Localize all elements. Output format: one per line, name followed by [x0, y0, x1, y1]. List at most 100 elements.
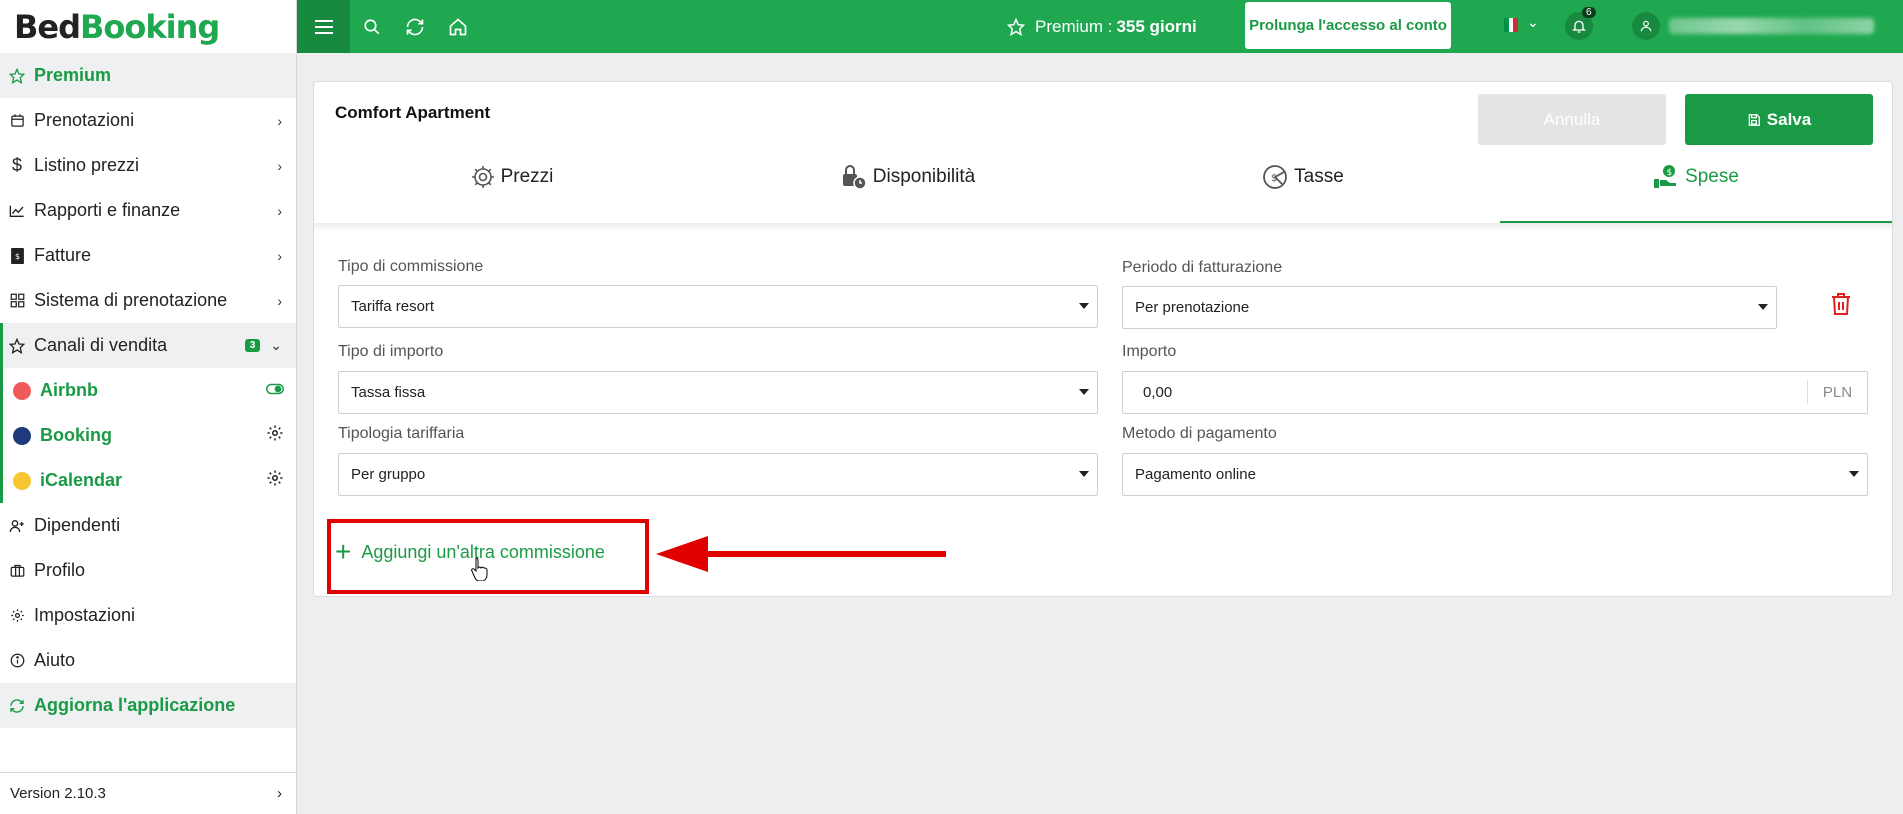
channel-name: Booking — [40, 425, 112, 445]
tab-spese[interactable]: $ Spese — [1500, 156, 1892, 198]
money-hand-icon: $ — [1654, 165, 1677, 188]
save-button[interactable]: Salva — [1685, 94, 1873, 145]
chevron-right-icon: › — [277, 202, 282, 219]
sidebar-item-fatture[interactable]: $ Fatture › — [0, 233, 296, 278]
sidebar-item-impostazioni[interactable]: Impostazioni — [0, 593, 296, 638]
channel-airbnb[interactable]: Airbnb — [0, 368, 296, 413]
dollar-icon: $ — [11, 155, 22, 175]
lock-clock-icon — [842, 165, 867, 190]
toggle-icon[interactable] — [266, 382, 284, 400]
sidebar-item-label: Listino prezzi — [34, 155, 140, 175]
chevron-right-icon: › — [277, 247, 282, 264]
channel-icalendar[interactable]: iCalendar — [0, 458, 296, 503]
sidebar-item-label: Impostazioni — [34, 605, 136, 625]
select-value: Tassa fissa — [351, 384, 426, 401]
sidebar-item-premium[interactable]: Premium — [0, 53, 296, 98]
hand-cursor-icon — [471, 557, 488, 581]
amount-value: 0,00 — [1143, 384, 1173, 401]
select-value: Per prenotazione — [1135, 299, 1250, 316]
channel-name: iCalendar — [40, 470, 123, 490]
briefcase-icon — [8, 562, 26, 580]
sidebar-item-rapporti[interactable]: Rapporti e finanze › — [0, 188, 296, 233]
grid-icon — [8, 292, 26, 310]
tabs-divider — [314, 223, 1892, 231]
chevron-right-icon: › — [277, 112, 282, 129]
gear-icon[interactable] — [266, 424, 284, 447]
sidebar-item-aiuto[interactable]: Aiuto — [0, 638, 296, 683]
search-icon[interactable] — [350, 0, 393, 53]
premium-status: Premium : 355 giorni — [1007, 0, 1197, 53]
gear-icon — [8, 607, 26, 625]
sidebar-item-label: Fatture — [34, 245, 92, 265]
user-icon[interactable] — [1632, 12, 1660, 40]
rate-type-label: Tipologia tariffaria — [338, 425, 465, 442]
select-value: Pagamento online — [1135, 466, 1256, 483]
commission-type-select[interactable]: Tariffa resort — [338, 285, 1098, 328]
page-title: Comfort Apartment — [335, 103, 491, 122]
version-label: Version 2.10.3 — [10, 785, 106, 802]
italy-flag-icon[interactable] — [1504, 18, 1519, 32]
chevron-down-icon[interactable]: ⌄ — [1527, 14, 1539, 31]
amount-input[interactable]: 0,00 PLN — [1122, 371, 1868, 414]
extend-access-button[interactable]: Prolunga l'accesso al conto — [1245, 2, 1451, 49]
caret-down-icon — [1849, 471, 1859, 477]
invoice-icon: $ — [8, 247, 26, 265]
channel-name: Airbnb — [40, 380, 98, 400]
billing-period-select[interactable]: Per prenotazione — [1122, 286, 1777, 329]
tab-tasse[interactable]: $ Tasse — [1106, 156, 1500, 198]
caret-down-icon — [1079, 303, 1089, 309]
notification-badge: 6 — [1582, 7, 1596, 18]
star-icon — [8, 337, 26, 355]
tab-label: Spese — [1685, 166, 1739, 187]
rate-type-select[interactable]: Per gruppo — [338, 453, 1098, 496]
payment-method-select[interactable]: Pagamento online — [1122, 453, 1868, 496]
svg-text:$: $ — [1667, 168, 1673, 178]
trash-icon[interactable] — [1830, 292, 1852, 321]
logo-text-bed: Bed — [14, 7, 81, 46]
sidebar-item-label: Dipendenti — [34, 515, 121, 535]
channel-booking[interactable]: Booking — [0, 413, 296, 458]
logo-text-booking: Booking — [80, 7, 220, 46]
amount-type-label: Tipo di importo — [338, 343, 444, 360]
cancel-button[interactable]: Annulla — [1478, 94, 1666, 145]
chart-icon — [8, 202, 26, 220]
app-logo[interactable]: Bed Booking — [0, 0, 296, 53]
payment-method-label: Metodo di pagamento — [1122, 425, 1277, 442]
tab-label: Disponibilità — [872, 166, 976, 187]
sidebar-item-sistema[interactable]: Sistema di prenotazione › — [0, 278, 296, 323]
sidebar-item-profilo[interactable]: Profilo — [0, 548, 296, 593]
channel-color-dot — [13, 471, 31, 490]
gear-icon — [471, 166, 494, 188]
currency-unit: PLN — [1807, 380, 1867, 404]
chevron-right-icon: › — [277, 785, 282, 802]
sidebar-item-label: Sistema di prenotazione — [34, 290, 228, 310]
caret-down-icon — [1079, 471, 1089, 477]
refresh-icon[interactable] — [393, 0, 436, 53]
sidebar-item-update-app[interactable]: Aggiorna l'applicazione — [0, 683, 296, 728]
channel-color-dot — [13, 381, 31, 400]
home-icon[interactable] — [436, 0, 479, 53]
save-icon — [1748, 113, 1760, 126]
sidebar-item-label: Prenotazioni — [34, 110, 135, 130]
chevron-down-icon: ⌄ — [270, 337, 282, 353]
sidebar-item-dipendenti[interactable]: Dipendenti — [0, 503, 296, 548]
sidebar-item-canali[interactable]: Canali di vendita 3 ⌄ — [0, 323, 296, 368]
caret-down-icon — [1079, 389, 1089, 395]
user-name-redacted[interactable] — [1669, 18, 1874, 34]
save-label: Salva — [1766, 109, 1812, 129]
refresh-icon — [8, 697, 26, 715]
sidebar-item-prenotazioni[interactable]: Prenotazioni › — [0, 98, 296, 143]
annotation-arrow — [656, 536, 946, 572]
commission-type-label: Tipo di commissione — [338, 258, 484, 275]
version-row[interactable]: Version 2.10.3 › — [0, 772, 296, 814]
menu-icon[interactable] — [297, 0, 350, 53]
sidebar-item-label: Canali di vendita — [34, 335, 168, 355]
tab-disponibilita[interactable]: Disponibilità — [710, 156, 1106, 198]
calendar-icon — [8, 112, 26, 130]
sidebar-item-label: Rapporti e finanze — [34, 200, 181, 220]
gear-icon[interactable] — [266, 469, 284, 492]
tab-prezzi[interactable]: Prezzi — [314, 156, 710, 198]
user-add-icon — [8, 517, 26, 535]
sidebar-item-listino-prezzi[interactable]: $ Listino prezzi › — [0, 143, 296, 188]
amount-type-select[interactable]: Tassa fissa — [338, 371, 1098, 414]
